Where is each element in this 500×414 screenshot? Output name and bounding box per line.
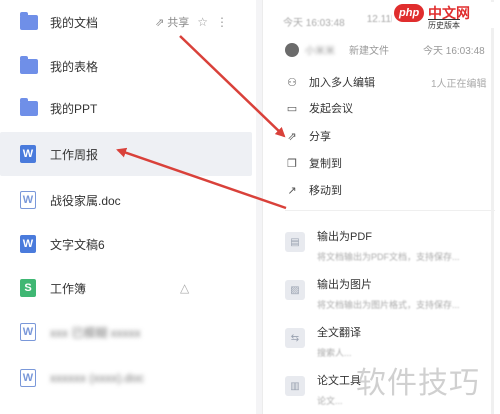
word-doc-icon: W xyxy=(20,369,38,387)
export-title: 输出为图片 xyxy=(317,279,372,291)
file-name: xxxxxx (xxxx).doc xyxy=(50,371,145,385)
move-icon: ↗ xyxy=(287,184,297,197)
row-actions: ⇗ 共享 ☆ ⋮ xyxy=(155,14,228,30)
file-row-work-report[interactable]: W 工作周报 xyxy=(0,132,252,176)
file-name: xxx 已模糊 xxxxx xyxy=(50,325,141,340)
file-name: 我的文档 xyxy=(50,15,99,30)
logo-badge: php xyxy=(394,4,425,22)
menu-label: 复制到 xyxy=(309,158,342,170)
file-name: 战役家属.doc xyxy=(50,193,121,208)
export-pdf[interactable]: ▤ 输出为PDF 将文档输出为PDF文档，支持保存... xyxy=(285,228,460,263)
menu-label: 分享 xyxy=(309,131,331,143)
file-name: 文字文稿6 xyxy=(50,237,105,252)
panel-scrollbar[interactable] xyxy=(491,0,494,414)
modified-time: 今天 16:03:48 xyxy=(283,18,345,29)
export-title: 输出为PDF xyxy=(317,231,372,243)
file-row-my-documents[interactable]: 我的文档 ⇗ 共享 ☆ ⋮ xyxy=(0,0,252,44)
share-action[interactable]: ⇗ 共享 xyxy=(155,14,189,30)
menu-label: 发起会议 xyxy=(309,103,353,115)
export-desc: 将文档输出为图片格式，支持保存... xyxy=(317,300,460,310)
share-label: 共享 xyxy=(167,17,190,29)
file-row-workbook[interactable]: S 工作簿 △ xyxy=(0,266,252,310)
video-icon: ▭ xyxy=(286,102,298,115)
menu-share[interactable]: ⇗ 分享 xyxy=(285,126,331,146)
file-meta: 今天 16:03:48 12.11KB xyxy=(283,14,404,29)
share-icon: ⇗ xyxy=(155,17,165,29)
file-row-my-ppt[interactable]: 我的PPT xyxy=(0,86,252,130)
cloud-upload-icon: △ xyxy=(180,281,190,295)
avatar xyxy=(285,42,299,57)
word-doc-icon: W xyxy=(20,191,38,209)
copy-icon: ❐ xyxy=(287,157,297,170)
creator-line: 小米米 新建文件 今天 16:03:48 xyxy=(285,42,485,57)
divider xyxy=(285,210,495,211)
file-name: 工作簿 xyxy=(50,281,87,296)
export-title: 论文工具 xyxy=(317,375,361,387)
details-panel: 今天 16:03:48 12.11KB 小米米 新建文件 今天 16:03:48… xyxy=(262,0,500,414)
word-doc-icon: W xyxy=(20,235,38,253)
menu-label: 移动到 xyxy=(309,185,342,197)
editing-count: 1人正在编辑 xyxy=(431,78,487,90)
menu-label: 加入多人编辑 xyxy=(309,77,375,89)
export-title: 全文翻译 xyxy=(317,327,361,339)
file-row-blurred-2[interactable]: W xxxxxx (xxxx).doc xyxy=(0,356,252,400)
menu-copy-to[interactable]: ❐ 复制到 xyxy=(285,153,342,173)
file-name: 工作周报 xyxy=(50,147,99,162)
menu-join-edit[interactable]: ⚇ 加入多人编辑 1人正在编辑 xyxy=(285,72,487,92)
export-desc: 论文... xyxy=(317,396,343,406)
share-icon: ⇗ xyxy=(287,130,297,143)
sheet-icon: S xyxy=(20,279,38,297)
translate-icon: ⇆ xyxy=(285,328,305,348)
pdf-icon: ▤ xyxy=(285,232,305,252)
menu-move-to[interactable]: ↗ 移动到 xyxy=(285,180,342,200)
folder-icon xyxy=(20,12,38,31)
watermark: 软件技巧 xyxy=(356,367,480,400)
more-icon[interactable]: ⋮ xyxy=(216,15,228,29)
history-version-link[interactable]: 历史版本 xyxy=(428,19,460,31)
action-text: 新建文件 xyxy=(349,46,389,57)
paper-tools[interactable]: ▥ 论文工具 论文... xyxy=(285,372,361,407)
folder-icon xyxy=(20,56,38,75)
creator-time: 今天 16:03:48 xyxy=(423,46,485,57)
full-text-translate[interactable]: ⇆ 全文翻译 搜索人... xyxy=(285,324,361,359)
menu-start-meeting[interactable]: ▭ 发起会议 xyxy=(285,98,353,118)
paper-icon: ▥ xyxy=(285,376,305,396)
file-row-my-sheets[interactable]: 我的表格 xyxy=(0,44,252,88)
file-list-panel: 我的文档 ⇗ 共享 ☆ ⋮ 我的表格 我的PPT W 工作周报 W 战役家属.d… xyxy=(0,0,262,414)
export-desc: 搜索人... xyxy=(317,348,352,358)
image-icon: ▨ xyxy=(285,280,305,300)
php-cn-logo: php 中文网 历史版本 xyxy=(392,2,498,31)
folder-icon xyxy=(20,98,38,117)
file-name: 我的表格 xyxy=(50,59,99,74)
file-row-text-doc-6[interactable]: W 文字文稿6 xyxy=(0,222,252,266)
word-doc-icon: W xyxy=(20,323,38,341)
file-name: 我的PPT xyxy=(50,101,98,116)
add-user-icon: ⚇ xyxy=(287,76,297,89)
file-row-blurred-1[interactable]: W xxx 已模糊 xxxxx xyxy=(0,310,252,354)
star-icon[interactable]: ☆ xyxy=(197,15,208,29)
export-image[interactable]: ▨ 输出为图片 将文档输出为图片格式，支持保存... xyxy=(285,276,460,311)
creator-name: 小米米 xyxy=(305,46,335,57)
file-row-doc[interactable]: W 战役家属.doc xyxy=(0,178,252,222)
export-desc: 将文档输出为PDF文档，支持保存... xyxy=(317,252,460,262)
word-doc-icon: W xyxy=(20,145,38,163)
